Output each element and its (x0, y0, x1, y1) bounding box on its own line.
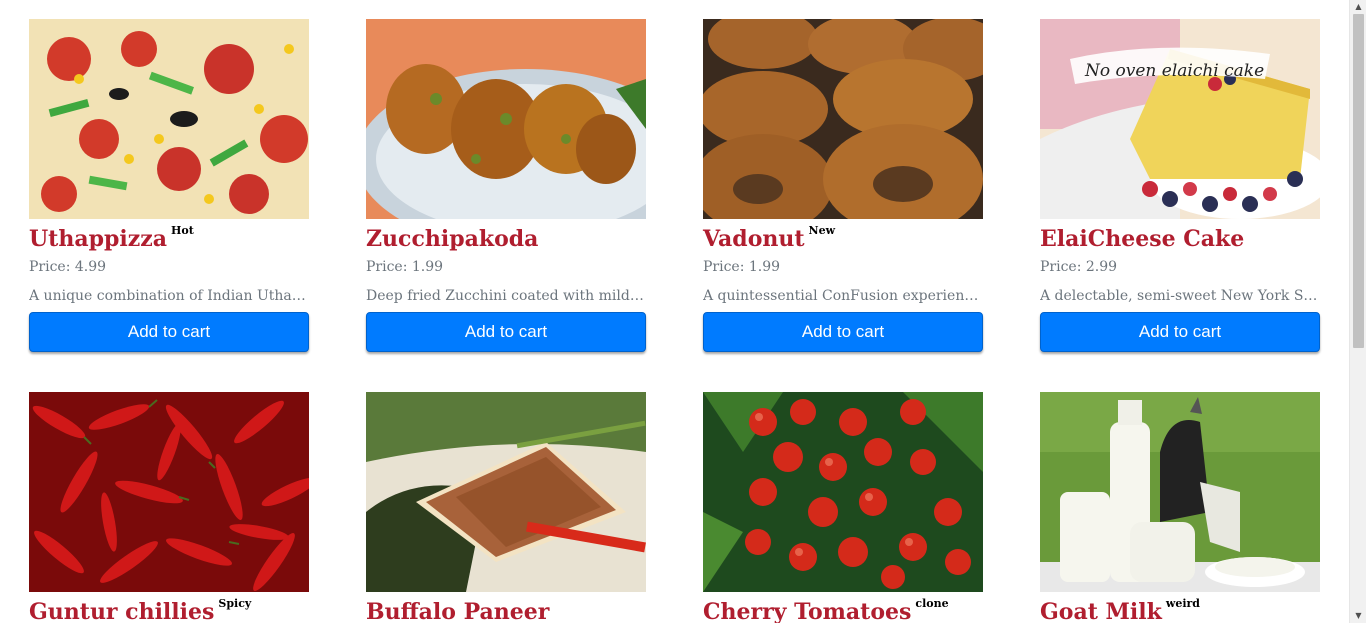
product-card: Cherry Tomatoes clone (703, 392, 983, 623)
product-title: Vadonut New (703, 224, 836, 252)
product-description: A unique combination of Indian Uthappam … (29, 288, 309, 304)
product-image-donut (703, 19, 983, 219)
product-image-milk (1040, 392, 1320, 592)
product-title: Uthappizza Hot (29, 224, 194, 252)
add-to-cart-button[interactable]: Add to cart (703, 312, 983, 352)
add-to-cart-button[interactable]: Add to cart (29, 312, 309, 352)
product-card: Goat Milk weird (1040, 392, 1320, 623)
scroll-up-arrow-icon[interactable]: ▲ (1350, 0, 1366, 14)
product-card: Guntur chillies Spicy (29, 392, 309, 623)
vertical-scrollbar[interactable]: ▲ ▼ (1349, 0, 1366, 623)
product-description: Deep fried Zucchini coated with mildly s… (366, 288, 646, 304)
product-image-pizza (29, 19, 309, 219)
scrollbar-thumb[interactable] (1353, 14, 1364, 348)
product-grid: Uthappizza Hot Price: 4.99 A unique combi… (29, 19, 1320, 623)
product-price: Price: 1.99 (366, 259, 444, 275)
product-title: Guntur chillies Spicy (29, 597, 252, 623)
product-description: A delectable, semi-sweet New York Style … (1040, 288, 1320, 304)
product-badge: weird (1165, 597, 1200, 610)
product-badge: Hot (170, 224, 194, 237)
product-title: ElaiCheese Cake (1040, 226, 1245, 252)
product-card: No oven elaichi cake ElaiCheese Cake Pri… (1040, 19, 1320, 352)
product-image-chillies (29, 392, 309, 592)
scroll-down-arrow-icon[interactable]: ▼ (1350, 609, 1366, 623)
product-image-pakoda (366, 19, 646, 219)
product-price: Price: 2.99 (1040, 259, 1118, 275)
product-description: A quintessential ConFusion experience, i… (703, 288, 983, 304)
product-card: Uthappizza Hot Price: 4.99 A unique combi… (29, 19, 309, 352)
product-price: Price: 4.99 (29, 259, 107, 275)
add-to-cart-button[interactable]: Add to cart (1040, 312, 1320, 352)
add-to-cart-button[interactable]: Add to cart (366, 312, 646, 352)
product-title: Cherry Tomatoes clone (703, 597, 949, 623)
product-card: Zucchipakoda Price: 1.99 Deep fried Zucc… (366, 19, 646, 352)
product-image-paneer (366, 392, 646, 592)
product-badge: Spicy (218, 597, 252, 610)
product-image-tomatoes (703, 392, 983, 592)
cake-image-caption: No oven elaichi cake (1084, 61, 1264, 81)
product-title: Goat Milk weird (1040, 597, 1200, 623)
product-badge: clone (915, 597, 949, 610)
product-title: Buffalo Paneer (366, 599, 550, 623)
product-image-cake: No oven elaichi cake (1040, 19, 1320, 219)
product-price: Price: 1.99 (703, 259, 781, 275)
product-card: Vadonut New Price: 1.99 A quintessential … (703, 19, 983, 352)
product-badge: New (808, 224, 836, 237)
product-title: Zucchipakoda (366, 226, 539, 252)
product-card: Buffalo Paneer (366, 392, 646, 623)
